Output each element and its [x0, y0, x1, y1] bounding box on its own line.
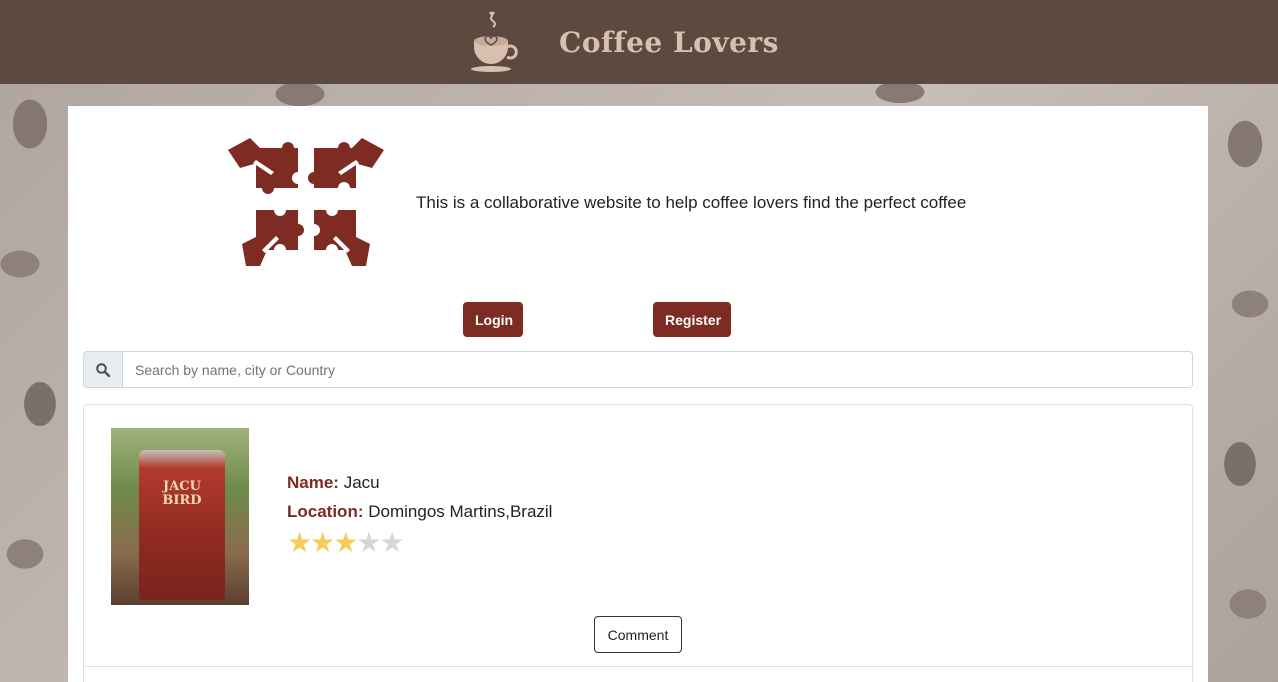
- star-icon: ★: [287, 527, 312, 558]
- register-button[interactable]: Register: [653, 302, 731, 337]
- coffee-name-label: Name:: [287, 473, 339, 492]
- comment-button[interactable]: Comment: [594, 616, 682, 653]
- star-icon: ★: [310, 527, 335, 558]
- star-icon: ★: [333, 527, 358, 558]
- search-icon: [96, 362, 110, 377]
- puzzle-hands-icon: [228, 138, 384, 266]
- coffee-bag-graphic: JACU BIRD: [139, 450, 225, 600]
- coffee-cup-heart-icon: [471, 11, 518, 72]
- search-addon: [84, 352, 123, 387]
- coffee-location: Domingos Martins,Brazil: [368, 502, 553, 521]
- item-divider: [84, 666, 1192, 667]
- intro-text: This is a collaborative website to help …: [416, 193, 967, 212]
- rating-stars: ★★★★★: [287, 528, 552, 558]
- login-button[interactable]: Login: [463, 302, 523, 337]
- coffee-location-row: Location: Domingos Martins,Brazil: [287, 497, 552, 526]
- star-icon: ★: [379, 527, 404, 558]
- coffee-name: Jacu: [343, 473, 380, 492]
- coffee-name-row: Name: Jacu: [287, 468, 552, 497]
- coffee-info: Name: Jacu Location: Domingos Martins,Br…: [287, 468, 552, 558]
- main-card: This is a collaborative website to help …: [68, 106, 1208, 682]
- star-icon: ★: [356, 527, 381, 558]
- site-title: Coffee Lovers: [559, 25, 779, 59]
- coffee-list-item: JACU BIRD Name: Jacu Location: Domingos …: [83, 404, 1193, 682]
- site-header: Coffee Lovers: [0, 0, 1278, 84]
- intro-section: This is a collaborative website to help …: [226, 136, 966, 280]
- coffee-location-label: Location:: [287, 502, 364, 521]
- coffee-bag-label: JACU BIRD: [162, 479, 202, 508]
- brand: Coffee Lovers: [469, 11, 779, 73]
- coffee-product-image: JACU BIRD: [111, 428, 249, 605]
- search-bar: [83, 351, 1193, 388]
- search-input[interactable]: [123, 352, 1192, 387]
